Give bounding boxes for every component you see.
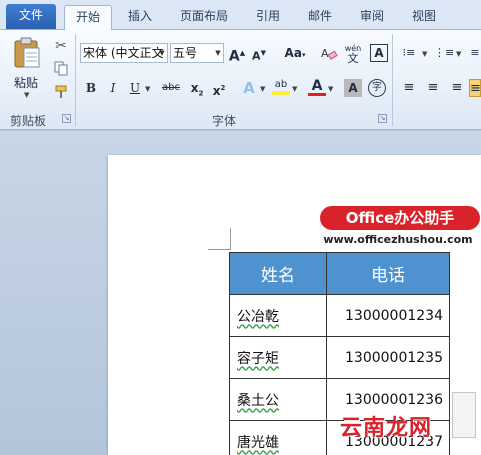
font-color-dropdown-icon[interactable]: ▼ <box>328 85 333 93</box>
italic-button[interactable]: I <box>104 79 122 97</box>
enclose-characters-icon[interactable]: 字 <box>368 79 386 97</box>
bullets-dropdown-icon[interactable]: ▼ <box>422 50 427 58</box>
clipboard-group-label: 剪贴板 <box>10 114 47 128</box>
font-size-combo[interactable]: 五号 ▼ <box>170 43 224 63</box>
ribbon-home: 粘贴 ▼ ✂ 剪贴板 ↘ 宋体 (中文正文 ▼ 五号 ▼ A▲ A▼ Aa▾ A… <box>0 30 481 130</box>
align-center-icon[interactable]: ≡ <box>424 79 442 97</box>
font-size-value: 五号 <box>173 46 198 60</box>
font-size-dropdown-icon: ▼ <box>215 49 221 57</box>
copy-icon[interactable] <box>52 60 70 78</box>
text-effects-icon[interactable]: A <box>240 79 258 97</box>
paste-button[interactable]: 粘贴 ▼ <box>8 34 46 106</box>
tab-mailings[interactable]: 邮件 <box>298 5 342 30</box>
multilevel-list-icon[interactable]: ≡ <box>466 44 481 62</box>
format-painter-icon[interactable] <box>52 84 70 102</box>
ribbon-tab-bar: 文件 开始 插入 页面布局 引用 邮件 审阅 视图 <box>0 0 481 32</box>
brand-watermark: 云南龙网 <box>340 416 433 441</box>
brand-logo-mark <box>452 392 476 438</box>
numbering-dropdown-icon[interactable]: ▼ <box>456 50 461 58</box>
superscript-button[interactable]: x2 <box>210 79 228 98</box>
tab-review[interactable]: 审阅 <box>350 5 394 30</box>
tab-home[interactable]: 开始 <box>64 5 112 32</box>
cell-name[interactable]: 容子矩 <box>229 336 327 379</box>
text-effects-dropdown-icon[interactable]: ▼ <box>260 85 265 93</box>
header-phone[interactable]: 电话 <box>326 252 450 295</box>
strikethrough-button[interactable]: abc <box>160 79 182 97</box>
font-name-dropdown-icon: ▼ <box>159 49 165 57</box>
font-color-icon[interactable]: A <box>308 79 326 97</box>
font-name-combo[interactable]: 宋体 (中文正文 ▼ <box>80 43 168 63</box>
grow-font-icon[interactable]: A▲ <box>228 44 246 65</box>
clipboard-launcher-icon[interactable]: ↘ <box>62 114 71 123</box>
name-text: 公冶乾 <box>237 308 279 325</box>
character-shading-icon[interactable]: A <box>344 79 362 97</box>
cell-phone[interactable]: 13000001235 <box>326 336 450 379</box>
font-launcher-icon[interactable]: ↘ <box>378 114 387 123</box>
tab-insert[interactable]: 插入 <box>118 5 162 30</box>
phonetic-guide-icon[interactable]: wén 文 <box>344 44 362 64</box>
name-text: 唐光雄 <box>237 434 279 451</box>
cell-name[interactable]: 公冶乾 <box>229 294 327 337</box>
paste-label: 粘贴 <box>14 76 39 90</box>
table-row: 容子矩 13000001235 <box>229 336 450 379</box>
cell-name[interactable]: 唐光雄 <box>229 420 327 455</box>
highlight-icon[interactable]: ab <box>272 79 290 97</box>
group-separator <box>392 34 393 126</box>
tab-file[interactable]: 文件 <box>6 4 56 29</box>
change-case-icon[interactable]: Aa▾ <box>282 44 308 62</box>
table-row: 公冶乾 13000001234 <box>229 294 450 337</box>
svg-text:A: A <box>321 47 329 60</box>
tab-view[interactable]: 视图 <box>402 5 446 30</box>
clear-formatting-icon[interactable]: A <box>320 44 338 62</box>
subscript-button[interactable]: x2 <box>188 79 206 97</box>
bold-button[interactable]: B <box>82 79 100 97</box>
numbering-icon[interactable]: ⋮≡ <box>434 44 454 62</box>
group-separator <box>75 34 76 126</box>
paste-dropdown-arrow-icon: ▼ <box>24 91 30 99</box>
underline-button[interactable]: U <box>126 79 144 97</box>
character-border-icon[interactable]: A <box>370 44 388 62</box>
tab-references[interactable]: 引用 <box>246 5 290 30</box>
align-right-icon[interactable]: ≡ <box>448 79 466 97</box>
cell-phone[interactable]: 13000001234 <box>326 294 450 337</box>
watermark-badge: Office办公助手 <box>320 206 480 230</box>
watermark-url: www.officezhushou.com <box>323 233 473 246</box>
table-header-row: 姓名 电话 <box>229 252 450 295</box>
font-group-label: 字体 <box>212 114 237 128</box>
crop-mark <box>230 228 231 250</box>
crop-mark <box>208 249 230 250</box>
underline-dropdown-icon[interactable]: ▼ <box>145 85 150 93</box>
name-text: 容子矩 <box>237 350 279 367</box>
bullets-icon[interactable]: ⁝≡ <box>400 44 418 62</box>
justify-icon[interactable]: ≡ <box>469 79 481 97</box>
shrink-font-icon[interactable]: A▼ <box>250 44 268 63</box>
highlight-dropdown-icon[interactable]: ▼ <box>292 85 297 93</box>
tab-page-layout[interactable]: 页面布局 <box>172 5 236 30</box>
align-left-icon[interactable]: ≡ <box>400 79 418 97</box>
cut-icon[interactable]: ✂ <box>52 38 70 56</box>
paste-icon <box>14 37 40 68</box>
name-text: 桑土公 <box>237 392 279 409</box>
cell-name[interactable]: 桑土公 <box>229 378 327 421</box>
font-name-value: 宋体 (中文正文 <box>83 46 164 60</box>
header-name[interactable]: 姓名 <box>229 252 327 295</box>
